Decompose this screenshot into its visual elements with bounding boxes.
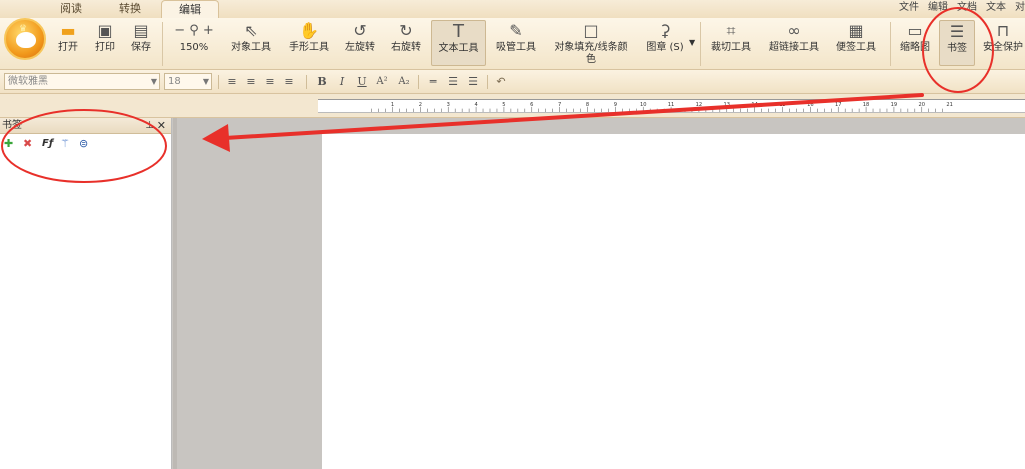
menu-more[interactable]: 对 [1015, 2, 1025, 13]
app-logo[interactable]: ♛ [4, 18, 46, 60]
crop-icon: ⌗ [726, 21, 736, 40]
ruler-bar: 1 2 3 4 5 6 7 8 9 10 11 12 13 14 15 16 17 18 19 20 21 [0, 94, 1025, 118]
rotate-left-button[interactable]: ↺ 左旋转 [342, 20, 378, 66]
open-button[interactable]: ▬ 打开 [53, 20, 83, 66]
align-center-icon[interactable]: ≡ [243, 74, 259, 90]
superscript-button[interactable]: A² [374, 74, 390, 90]
bookmark-button[interactable]: ☰ 书签 [939, 20, 975, 66]
align-justify-icon[interactable]: ≡ [281, 74, 297, 90]
thumbnail-button[interactable]: ▭ 缩略图 [896, 20, 934, 66]
rename-bookmark-icon[interactable]: Fƒ [42, 137, 53, 151]
font-size-select[interactable]: 18 ▼ [164, 73, 212, 90]
note-icon: ▦ [848, 21, 864, 40]
horizontal-ruler: 1 2 3 4 5 6 7 8 9 10 11 12 13 14 15 16 17 18 19 20 21 [318, 99, 1025, 113]
object-fill-button[interactable]: □ 对象填充/线条颜 色 [550, 20, 632, 66]
bookmark-toolbar: ✚ ✖ Fƒ ⚚ ⊜ [0, 134, 171, 154]
italic-button[interactable]: I [334, 74, 350, 90]
menu-text[interactable]: 文本 [986, 2, 1006, 13]
underline-button[interactable]: U [354, 74, 370, 90]
lock-icon: ⊓ [996, 21, 1010, 40]
bookmark-panel-title: 书签 [2, 120, 22, 131]
paragraph-spacing-icon[interactable]: ☰ [445, 74, 461, 90]
chevron-down-icon: ▼ [202, 77, 209, 86]
crop-tool-button[interactable]: ⌗ 裁切工具 [708, 20, 754, 66]
zoom-control[interactable]: − ⚲ + 150% [166, 20, 222, 66]
menu-file[interactable]: 文件 [899, 2, 919, 13]
tab-edit[interactable]: 编辑 [161, 0, 219, 18]
print-button[interactable]: ▣ 打印 [90, 20, 120, 66]
binoculars-icon[interactable]: ⊜ [79, 137, 88, 151]
separator [306, 75, 307, 89]
format-toolbar: 微软雅黑 ▼ 18 ▼ ≡ ≡ ≡ ≡ B I U A² A₂ ═ ☰ ☰ ↶ [0, 70, 1025, 94]
hyperlink-tool-button[interactable]: ∞ 超链接工具 [766, 20, 822, 66]
zoom-level: 150% [179, 42, 209, 53]
stamp-dropdown-icon[interactable]: ▼ [689, 38, 695, 47]
separator [700, 22, 701, 66]
close-icon[interactable]: ✕ [157, 118, 166, 134]
stamp-icon: ⚳ [659, 21, 671, 40]
zoom-out-icon[interactable]: − [174, 23, 185, 38]
tab-convert[interactable]: 转换 [101, 0, 159, 18]
separator [218, 75, 219, 89]
magic-wand-icon[interactable]: ⚚ [60, 137, 70, 151]
menu-bar: 文件 编辑 文档 文本对 [899, 0, 1025, 18]
security-button[interactable]: ⊓ 安全保护 [981, 20, 1025, 66]
bookmark-panel: 书签 ⊥ ✕ ✚ ✖ Fƒ ⚚ ⊜ [0, 118, 172, 469]
link-icon: ∞ [787, 21, 801, 40]
ribbon-toolbar: ♛ ▬ 打开 ▣ 打印 ▤ 保存 − ⚲ + 150% ⇖ 对象工具 ✋ 手形工… [0, 18, 1025, 70]
sticky-note-button[interactable]: ▦ 便签工具 [833, 20, 879, 66]
chevron-down-icon: ▼ [150, 77, 157, 86]
rotate-right-button[interactable]: ↻ 右旋转 [388, 20, 424, 66]
separator [890, 22, 891, 66]
magnifier-icon: ⚲ [189, 23, 199, 38]
undo-icon[interactable]: ↶ [493, 74, 509, 90]
fill-square-icon: □ [583, 21, 599, 40]
save-icon: ▤ [133, 21, 149, 40]
save-button[interactable]: ▤ 保存 [126, 20, 156, 66]
subscript-button[interactable]: A₂ [396, 74, 412, 90]
eyedropper-icon: ✎ [509, 21, 523, 40]
rotate-right-icon: ↻ [399, 21, 413, 40]
cursor-icon: ⇖ [244, 21, 258, 40]
align-left-icon[interactable]: ≡ [224, 74, 240, 90]
separator [418, 75, 419, 89]
line-spacing-icon[interactable]: ═ [425, 74, 441, 90]
delete-bookmark-icon[interactable]: ✖ [23, 137, 32, 151]
printer-icon: ▣ [97, 21, 113, 40]
menu-edit[interactable]: 编辑 [928, 2, 948, 13]
pin-icon[interactable]: ⊥ [145, 118, 154, 134]
mascot-icon [16, 32, 36, 48]
indent-icon[interactable]: ☰ [465, 74, 481, 90]
menu-document[interactable]: 文档 [957, 2, 977, 13]
folder-icon: ▬ [60, 21, 76, 40]
bookmark-panel-header: 书签 ⊥ ✕ [0, 118, 171, 134]
tab-bar: 阅读 转换 编辑 文件 编辑 文档 文本对 [0, 0, 1025, 18]
text-tool-button[interactable]: T 文本工具 [431, 20, 486, 66]
rotate-left-icon: ↺ [353, 21, 367, 40]
text-t-icon: T [453, 21, 464, 42]
font-family-select[interactable]: 微软雅黑 ▼ [4, 73, 160, 90]
hand-tool-button[interactable]: ✋ 手形工具 [286, 20, 332, 66]
object-tool-button[interactable]: ⇖ 对象工具 [228, 20, 274, 66]
align-right-icon[interactable]: ≡ [262, 74, 278, 90]
document-viewport[interactable] [173, 118, 1025, 469]
thumbnail-icon: ▭ [907, 21, 923, 40]
list-icon: ☰ [949, 22, 965, 41]
hand-icon: ✋ [299, 21, 319, 40]
bold-button[interactable]: B [314, 74, 330, 90]
separator [162, 22, 163, 66]
separator [487, 75, 488, 89]
document-page[interactable] [322, 134, 1025, 469]
tab-read[interactable]: 阅读 [42, 0, 100, 18]
ruler-tick-label: 21 [946, 102, 953, 108]
zoom-in-icon[interactable]: + [203, 23, 214, 38]
eyedropper-button[interactable]: ✎ 吸管工具 [493, 20, 539, 66]
add-bookmark-icon[interactable]: ✚ [4, 137, 13, 151]
stamp-button[interactable]: ⚳ 图章 (S) [642, 20, 688, 66]
